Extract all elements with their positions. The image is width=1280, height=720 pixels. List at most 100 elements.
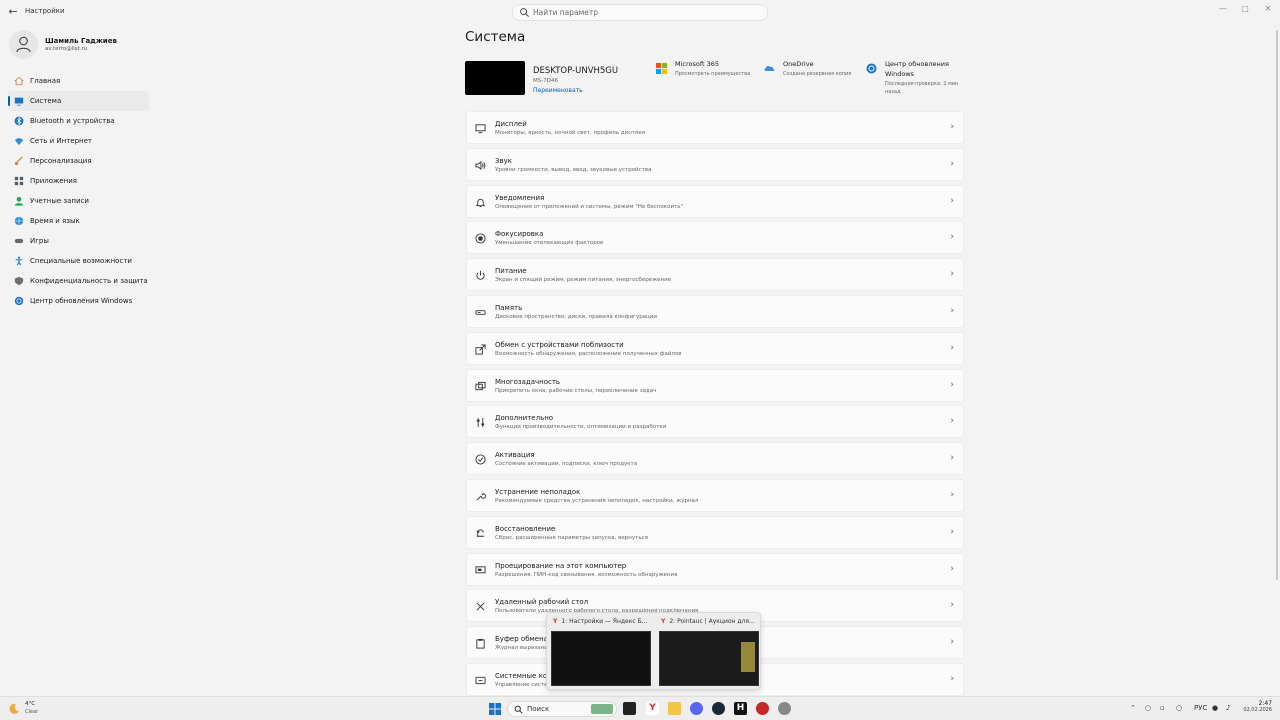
tray-app-icon[interactable]: ○ — [1176, 704, 1182, 712]
settings-row[interactable]: Дисплей Мониторы, яркость, ночной свет, п… — [466, 111, 964, 144]
advanced-icon — [476, 418, 485, 428]
sidebar-item[interactable]: Специальные возможности — [8, 251, 149, 271]
search-icon — [514, 705, 523, 714]
settings-row-subtitle: Сброс, расширенные параметры запуска, ве… — [495, 534, 648, 541]
brush-icon — [14, 156, 23, 166]
settings-row[interactable]: Дополнительно Функции производительности,… — [466, 405, 964, 439]
settings-row[interactable]: Многозадачность Прикрепить окна, рабочие … — [466, 368, 964, 402]
sidebar-item[interactable]: Игры — [8, 231, 149, 251]
recovery-icon — [476, 529, 485, 537]
steam-icon[interactable] — [712, 702, 725, 715]
sidebar-item-label: Учетные записи — [30, 197, 89, 205]
wifi-icon[interactable]: ● — [1212, 704, 1218, 712]
tray-network-icon[interactable]: ○ — [1145, 704, 1151, 712]
task-view-icon[interactable] — [623, 702, 636, 715]
sidebar-item-label: Приложения — [30, 177, 77, 185]
settings-row-subtitle: Рекомендуемые средства устранения непола… — [495, 497, 699, 504]
settings-row[interactable]: Восстановление Сброс, расширенные парамет… — [466, 515, 964, 549]
settings-row-subtitle: Экран и спящий режим, режим питания, эне… — [495, 277, 672, 284]
tray-chevron-icon[interactable]: ⌃ — [1130, 704, 1136, 712]
clock-time: 2:47 — [1258, 700, 1272, 707]
page-title: Система — [465, 29, 526, 45]
settings-row-title: Уведомления — [495, 193, 545, 202]
quick-link-subtitle: Просмотреть преимущества — [675, 71, 751, 77]
language-indicator[interactable]: РУС — [1194, 704, 1207, 712]
quick-link-title: Центр обновления — [885, 60, 949, 68]
sidebar-item[interactable]: Учетные записи — [8, 191, 149, 211]
sidebar-item-label: Персонализация — [30, 157, 92, 165]
update-icon — [14, 296, 24, 306]
close-icon[interactable]: ✕ — [1258, 4, 1278, 13]
file-explorer-icon[interactable] — [668, 702, 681, 715]
sidebar-item[interactable]: Главная — [8, 71, 149, 91]
volume-icon[interactable]: ♪ — [1226, 704, 1230, 712]
sidebar-item[interactable]: Сеть и Интернет — [8, 131, 149, 151]
settings-row[interactable]: Устранение неполадок Рекомендуемые средст… — [466, 478, 964, 512]
sidebar-item[interactable]: Время и язык — [8, 211, 149, 231]
maximize-icon[interactable]: □ — [1235, 4, 1255, 13]
device-name: DESKTOP-UNVH5GU — [533, 66, 619, 76]
settings-gear-icon[interactable] — [778, 702, 791, 715]
tray-app-icon[interactable]: ▫ — [1160, 704, 1165, 712]
taskbar-preview-popup: Y 1: Настройки — Яндекс Б... Y 2: Pointauc… — [546, 612, 761, 690]
settings-row[interactable]: Фокусировка Уменьшение отвлекающих фактор… — [466, 221, 964, 255]
chevron-right-icon: › — [950, 122, 954, 132]
start-windows-icon[interactable] — [489, 703, 501, 715]
settings-row-subtitle: Функции производительности, оптимизации … — [495, 424, 667, 431]
settings-row-title: Удаленный рабочий стол — [495, 598, 589, 607]
settings-row-subtitle: Дисковое пространство, диски, правила ко… — [495, 313, 657, 320]
focus-icon — [475, 233, 486, 244]
settings-row[interactable]: Активация Состояние активации, подписки, … — [466, 442, 964, 476]
settings-row-subtitle: Оповещения от приложений и системы, режи… — [495, 203, 684, 210]
speaker-icon — [475, 160, 486, 170]
person-icon — [16, 36, 31, 53]
device-image — [465, 61, 525, 95]
back-arrow-icon[interactable]: ← — [6, 5, 20, 19]
record-app-icon[interactable] — [756, 702, 769, 715]
taskbar-search[interactable]: Поиск — [507, 701, 617, 717]
taskbar-search-label: Поиск — [527, 705, 550, 713]
settings-search[interactable] — [512, 4, 768, 21]
settings-row[interactable]: Обмен с устройствами поблизости Возможнос… — [466, 331, 964, 365]
quick-link-subtitle: Создана резервная копия — [783, 71, 852, 77]
shield-icon — [14, 276, 24, 286]
settings-row[interactable]: Уведомления Оповещения от приложений и си… — [466, 184, 964, 218]
settings-row[interactable]: Звук Уровни громкости, вывод, ввод, звуко… — [466, 147, 964, 181]
scrollbar[interactable] — [1276, 30, 1278, 580]
yandex-browser-icon[interactable]: Y — [646, 702, 659, 715]
microsoft-logo-icon — [656, 63, 667, 74]
sidebar-item[interactable]: Система — [8, 91, 149, 111]
rename-link[interactable]: Переименовать — [533, 87, 583, 94]
settings-row-subtitle: Состояние активации, подписки, ключ прод… — [495, 461, 638, 468]
settings-row[interactable]: Память Дисковое пространство, диски, прав… — [466, 294, 964, 328]
settings-row[interactable]: Питание Экран и спящий режим, режим питан… — [466, 258, 964, 292]
chevron-right-icon: › — [950, 416, 954, 427]
quick-link-title: Microsoft 365 — [675, 60, 720, 68]
settings-row-subtitle: Разрешения, ПИН-код связывания, возможно… — [495, 571, 678, 578]
sidebar-item[interactable]: Bluetooth и устройства — [8, 111, 149, 131]
discord-icon[interactable] — [690, 702, 703, 715]
chevron-right-icon: › — [950, 600, 954, 611]
sidebar-item[interactable]: Персонализация — [8, 151, 149, 171]
sidebar-item-label: Bluetooth и устройства — [30, 117, 115, 125]
sidebar-item[interactable]: Конфиденциальность и защита — [8, 271, 149, 291]
power-icon — [476, 271, 485, 280]
gamepad-icon — [14, 238, 24, 244]
sidebar-item[interactable]: Центр обновления Windows — [8, 291, 149, 311]
sidebar-item-label: Специальные возможности — [30, 257, 132, 265]
settings-row-title: Питание — [495, 267, 527, 276]
account-icon — [14, 197, 24, 206]
clock[interactable]: 2:47 02.02.2026 — [1240, 700, 1272, 713]
moon-icon — [9, 703, 19, 714]
search-icon — [520, 8, 529, 17]
quick-link-title-line2: Windows — [885, 70, 915, 78]
settings-row[interactable]: Проецирование на этот компьютер Разрешени… — [466, 552, 964, 586]
sidebar-item[interactable]: Приложения — [8, 171, 149, 191]
storage-icon — [475, 310, 486, 315]
chevron-right-icon: › — [950, 673, 954, 684]
h-app-icon[interactable]: H — [734, 702, 747, 715]
search-input[interactable] — [533, 6, 758, 19]
chevron-right-icon: › — [950, 305, 954, 316]
settings-row-title: Многозадачность — [495, 377, 561, 386]
minimize-icon[interactable]: — — [1213, 4, 1233, 13]
